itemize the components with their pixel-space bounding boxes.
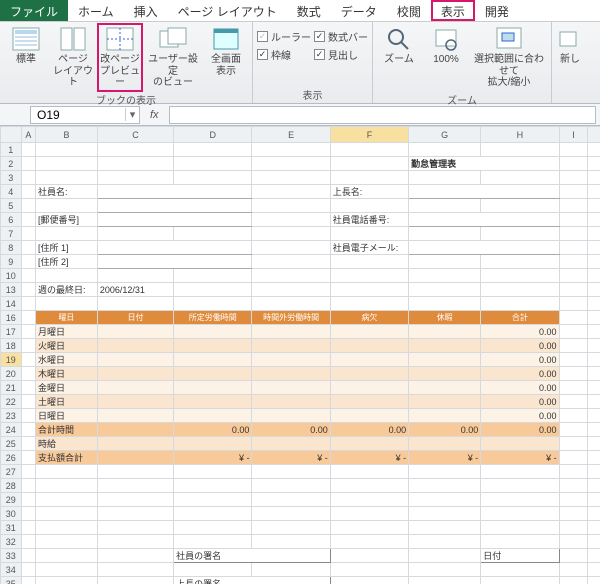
col-header[interactable]: F [330,127,408,143]
formula-bar: O19 ▾ fx [0,104,600,126]
page-break-label: 改ページ プレビュー [99,54,141,89]
tab-insert[interactable]: 挿入 [124,0,168,21]
new-window-icon [555,26,585,52]
col-header[interactable]: J [588,127,600,143]
zoom-100-button[interactable]: 100% [424,24,468,68]
row-header[interactable]: 4 [1,185,22,199]
page-break-icon [105,26,135,52]
row-header[interactable]: 29 [1,493,22,507]
fullscreen-button[interactable]: 全画面 表示 [204,24,248,79]
col-header[interactable]: C [97,127,173,143]
row-header[interactable]: 34 [1,563,22,577]
row-header[interactable]: 18 [1,339,22,353]
row-header[interactable]: 16 [1,311,22,325]
ruler-checkbox[interactable]: ✓ルーラー [257,28,311,44]
custom-views-icon [158,26,188,52]
column-headers: A B C D E F G H I J [1,127,600,143]
new-window-button[interactable]: 新し [556,24,584,68]
ribbon-group-book-views: 標準 ページ レイアウト 改ページ プレビュー ユーザー設定 のビュー 全画面 … [0,22,253,103]
fullscreen-icon [211,26,241,52]
ribbon: 標準 ページ レイアウト 改ページ プレビュー ユーザー設定 のビュー 全画面 … [0,22,600,104]
zoom-selection-label: 選択範囲に合わせて 拡大/縮小 [472,54,546,89]
page-layout-label: ページ レイアウト [52,54,94,89]
row-header[interactable]: 22 [1,395,22,409]
gridlines-checkbox[interactable]: ✓枠線 [257,46,311,62]
row-header[interactable]: 24 [1,423,22,437]
row-header[interactable]: 35 [1,577,22,584]
ribbon-group-window: 新し [552,22,588,103]
zoom-button[interactable]: ズーム [377,24,421,68]
tab-review[interactable]: 校閲 [387,0,431,21]
fullscreen-label: 全画面 表示 [211,54,241,77]
page-break-preview-button[interactable]: 改ページ プレビュー [98,24,142,91]
row-header[interactable]: 27 [1,465,22,479]
row-header[interactable]: 33 [1,549,22,563]
zoom-100-icon [431,26,461,52]
name-box[interactable]: O19 ▾ [30,106,140,124]
row-header[interactable]: 32 [1,535,22,549]
row-header[interactable]: 1 [1,143,22,157]
page-layout-icon [58,26,88,52]
page-layout-button[interactable]: ページ レイアウト [51,24,95,91]
spreadsheet-grid[interactable]: A B C D E F G H I J 1 2勤怠管理表 3 4社員名:上長名:… [0,126,600,584]
normal-view-icon [11,26,41,52]
row-header[interactable]: 3 [1,171,22,185]
select-all-corner[interactable] [1,127,22,143]
row-header[interactable]: 17 [1,325,22,339]
row-header[interactable]: 28 [1,479,22,493]
row-header[interactable]: 14 [1,297,22,311]
tab-view[interactable]: 表示 [431,0,475,21]
row-header[interactable]: 25 [1,437,22,451]
ribbon-group-zoom: ズーム 100% 選択範囲に合わせて 拡大/縮小 ズーム [373,22,552,103]
col-header[interactable]: D [174,127,252,143]
row-header[interactable]: 5 [1,199,22,213]
tab-developer[interactable]: 開発 [475,0,519,21]
col-header[interactable]: E [252,127,330,143]
formula-bar-checkbox[interactable]: ✓数式バー [314,28,368,44]
tab-data[interactable]: データ [331,0,387,21]
custom-views-label: ユーザー設定 のビュー [146,54,200,89]
normal-view-button[interactable]: 標準 [4,24,48,68]
row-header[interactable]: 2 [1,157,22,171]
new-window-label: 新し [560,54,580,66]
row-header[interactable]: 31 [1,521,22,535]
fx-icon[interactable]: fx [140,109,169,121]
row-header[interactable]: 8 [1,241,22,255]
row-header[interactable]: 30 [1,507,22,521]
col-header[interactable]: G [409,127,481,143]
zoom-100-label: 100% [433,54,459,66]
row-header[interactable]: 13 [1,283,22,297]
custom-views-button[interactable]: ユーザー設定 のビュー [145,24,201,91]
normal-view-label: 標準 [16,54,36,66]
headings-checkbox[interactable]: ✓見出し [314,46,368,62]
row-header[interactable]: 7 [1,227,22,241]
row-header[interactable]: 19 [1,353,22,367]
col-header[interactable]: A [21,127,35,143]
col-header[interactable]: H [481,127,559,143]
row-header[interactable]: 21 [1,381,22,395]
name-box-value: O19 [31,108,125,122]
zoom-selection-button[interactable]: 選択範囲に合わせて 拡大/縮小 [471,24,547,91]
tab-home[interactable]: ホーム [68,0,124,21]
zoom-icon [384,26,414,52]
row-header[interactable]: 6 [1,213,22,227]
row-header[interactable]: 26 [1,451,22,465]
col-header[interactable]: B [36,127,98,143]
tab-file[interactable]: ファイル [0,0,68,21]
row-header[interactable]: 10 [1,269,22,283]
tab-page-layout[interactable]: ページ レイアウト [168,0,287,21]
zoom-selection-icon [494,26,524,52]
ribbon-group-show: ✓ルーラー ✓枠線 ✓数式バー ✓見出し 表示 [253,22,373,103]
row-header[interactable]: 23 [1,409,22,423]
zoom-label: ズーム [384,54,414,66]
tab-formulas[interactable]: 数式 [287,0,331,21]
group-show-label: 表示 [257,86,368,103]
name-box-dropdown-icon[interactable]: ▾ [125,108,139,121]
formula-input[interactable] [169,106,596,124]
col-header[interactable]: I [559,127,588,143]
sheet-title: 勤怠管理表 [409,157,559,171]
row-header[interactable]: 20 [1,367,22,381]
ribbon-tabs: ファイル ホーム 挿入 ページ レイアウト 数式 データ 校閲 表示 開発 [0,0,600,22]
row-header[interactable]: 9 [1,255,22,269]
